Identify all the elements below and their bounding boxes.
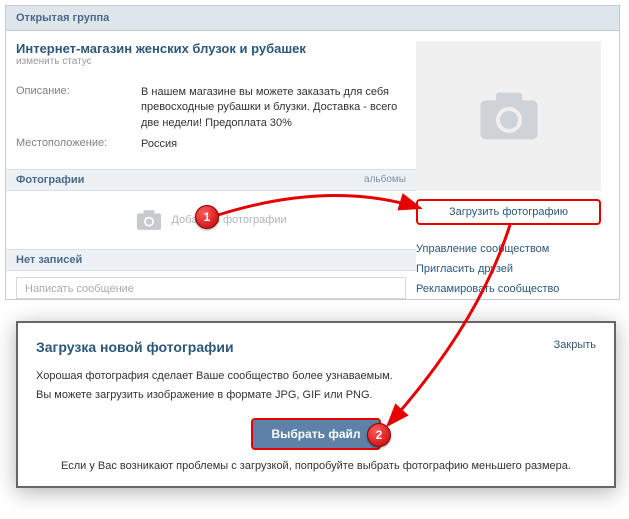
loc-value: Россия xyxy=(141,137,406,158)
change-status-link[interactable]: изменить статус xyxy=(16,56,406,67)
albums-link[interactable]: альбомы xyxy=(364,174,406,185)
close-button[interactable]: Закрыть xyxy=(554,339,596,351)
camera-icon xyxy=(476,90,542,142)
camera-icon xyxy=(135,209,163,231)
modal-line-2: Вы можете загрузить изображение в формат… xyxy=(36,386,596,405)
left-column: Интернет-магазин женских блузок и рубаше… xyxy=(6,31,416,299)
choose-file-button[interactable]: Выбрать файл xyxy=(251,418,380,450)
annotation-marker-2: 2 xyxy=(367,423,391,447)
desc-label: Описание: xyxy=(16,85,141,137)
panel-header: Открытая группа xyxy=(6,6,619,31)
upload-photo-button[interactable]: Загрузить фотографию xyxy=(416,199,601,225)
invite-friends-link[interactable]: Пригласить друзей xyxy=(416,259,601,279)
loc-label: Местоположение: xyxy=(16,137,141,158)
modal-body: Хорошая фотография сделает Ваше сообщест… xyxy=(36,367,596,404)
upload-modal: Загрузка новой фотографии Закрыть Хороша… xyxy=(16,321,616,488)
empty-section-bar: Нет записей xyxy=(6,249,416,271)
advertise-link[interactable]: Рекламировать сообщество xyxy=(416,279,601,299)
modal-header: Загрузка новой фотографии Закрыть xyxy=(36,339,596,355)
photos-title: Фотографии xyxy=(16,174,84,186)
annotation-marker-1: 1 xyxy=(195,205,219,229)
write-message-input[interactable]: Написать сообщение xyxy=(16,277,406,299)
info-table: Описание: В нашем магазине вы можете зак… xyxy=(16,85,406,159)
add-photo-label: Добавить фотографии xyxy=(171,214,286,226)
group-photo-placeholder xyxy=(416,41,601,191)
right-column: Загрузить фотографию Управление сообщест… xyxy=(416,31,611,299)
content-row: Интернет-магазин женских блузок и рубаше… xyxy=(6,31,619,299)
empty-title: Нет записей xyxy=(16,254,82,266)
right-links: Управление сообществом Пригласить друзей… xyxy=(416,225,601,299)
group-panel: Открытая группа Интернет-магазин женских… xyxy=(5,5,620,300)
desc-value: В нашем магазине вы можете заказать для … xyxy=(141,85,406,137)
title-block: Интернет-магазин женских блузок и рубаше… xyxy=(16,41,406,75)
manage-community-link[interactable]: Управление сообществом xyxy=(416,239,601,259)
modal-title: Загрузка новой фотографии xyxy=(36,339,234,355)
group-title: Интернет-магазин женских блузок и рубаше… xyxy=(16,41,406,56)
choose-file-wrap: Выбрать файл xyxy=(36,418,596,450)
modal-line-1: Хорошая фотография сделает Ваше сообщест… xyxy=(36,367,596,386)
photos-section-bar: Фотографии альбомы xyxy=(6,169,416,191)
modal-footer: Если у Вас возникают проблемы с загрузко… xyxy=(36,460,596,472)
